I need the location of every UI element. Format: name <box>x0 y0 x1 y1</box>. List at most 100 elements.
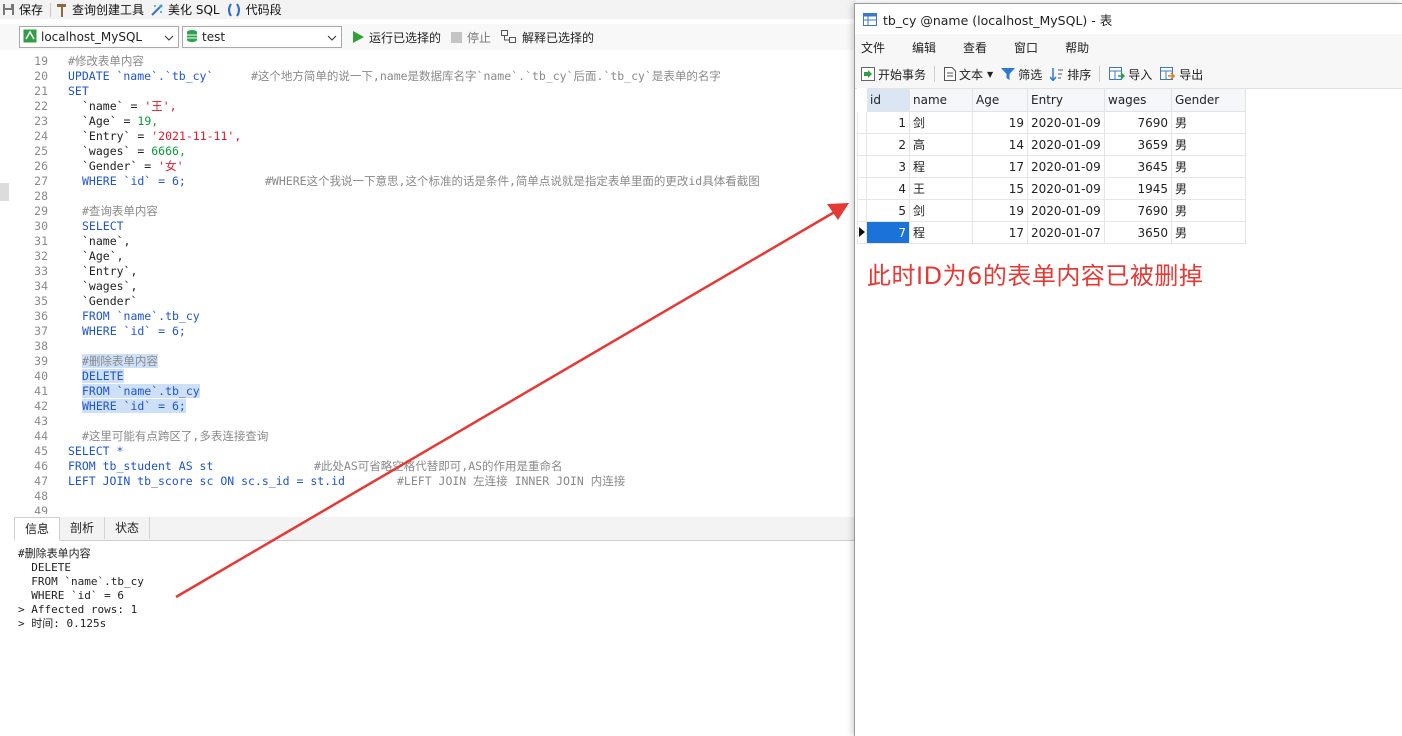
cell-name[interactable]: 剑 <box>909 199 973 222</box>
sort-button[interactable]: 排序 <box>1050 66 1091 83</box>
filter-button[interactable]: 筛选 <box>1001 66 1042 83</box>
line-number: 43 <box>34 414 48 428</box>
editor-line: 36 FROM `name`.tb_cy <box>14 309 856 324</box>
menu-file[interactable]: 文件 <box>861 39 885 56</box>
cell-entry[interactable]: 2020-01-09 <box>1027 111 1105 134</box>
editor-line: 39 #删除表单内容 <box>14 354 856 369</box>
cell-name[interactable]: 程 <box>909 221 973 244</box>
text-button[interactable]: 文本 ▼ <box>944 66 993 83</box>
table-row[interactable]: 7 程 17 2020-01-07 3650 男 <box>857 221 1246 244</box>
col-header-wages[interactable]: wages <box>1104 88 1172 112</box>
cell-entry[interactable]: 2020-01-09 <box>1027 177 1105 200</box>
col-header-id[interactable]: id <box>866 88 910 112</box>
beautify-sql-button[interactable]: 美化 SQL <box>148 0 224 19</box>
cell-gender[interactable]: 男 <box>1171 133 1246 156</box>
editor-line: 37 WHERE `id` = 6; <box>14 324 856 339</box>
col-header-name[interactable]: name <box>909 88 973 112</box>
line-number: 46 <box>34 459 48 473</box>
cell-age[interactable]: 17 <box>972 221 1028 244</box>
export-button[interactable]: 导出 <box>1160 66 1203 83</box>
cell-entry[interactable]: 2020-01-09 <box>1027 155 1105 178</box>
cell-name[interactable]: 王 <box>909 177 973 200</box>
cell-gender[interactable]: 男 <box>1171 177 1246 200</box>
cell-age[interactable]: 14 <box>972 133 1028 156</box>
col-header-entry[interactable]: Entry <box>1027 88 1105 112</box>
cell-id[interactable]: 7 <box>866 221 910 244</box>
line-number: 32 <box>34 249 48 263</box>
editor-line: 29 #查询表单内容 <box>14 204 856 219</box>
menu-view[interactable]: 查看 <box>963 39 987 56</box>
menu-window[interactable]: 窗口 <box>1014 39 1038 56</box>
cell-id[interactable]: 5 <box>866 199 910 222</box>
col-header-age[interactable]: Age <box>972 88 1028 112</box>
code-text: FROM `name`.tb_cy <box>82 384 200 399</box>
sql-editor[interactable]: 19 #修改表单内容 20 UPDATE `name`.`tb_cy` #这个地方简单的… <box>14 54 856 514</box>
cell-id[interactable]: 1 <box>866 111 910 134</box>
cell-age[interactable]: 15 <box>972 177 1028 200</box>
col-header-gender[interactable]: Gender <box>1171 88 1246 112</box>
cell-wages[interactable]: 1945 <box>1104 177 1172 200</box>
export-icon <box>1160 67 1176 81</box>
database-select[interactable]: test <box>182 26 342 48</box>
run-selected-button[interactable]: 运行已选择的 <box>352 29 441 46</box>
editor-line: 20 UPDATE `name`.`tb_cy` #这个地方简单的说一下,name是… <box>14 69 856 84</box>
tab-info[interactable]: 信息 <box>14 517 61 541</box>
row-indicator[interactable] <box>857 133 867 156</box>
menu-help[interactable]: 帮助 <box>1065 39 1089 56</box>
save-button[interactable]: 保存 <box>0 0 47 19</box>
connection-select[interactable]: localhost_MySQL <box>19 26 179 48</box>
code-token: WHERE `id` = 6; <box>82 399 186 413</box>
begin-transaction-button[interactable]: 开始事务 <box>861 66 926 83</box>
code-text: FROM tb_student AS st #此处AS可省略空格代替即可,AS的作… <box>68 459 563 474</box>
table-row[interactable]: 5 剑 19 2020-01-09 7690 男 <box>857 199 1246 222</box>
cell-wages[interactable]: 3659 <box>1104 133 1172 156</box>
editor-line: 44 #这里可能有点跨区了,多表连接查询 <box>14 429 856 444</box>
tab-profile[interactable]: 剖析 <box>60 517 106 539</box>
editor-line: 27 WHERE `id` = 6; #WHERE这个我说一下意思,这个标准的话是条… <box>14 174 856 189</box>
code-text: SET <box>68 84 89 99</box>
toolbar-divider <box>1099 66 1101 82</box>
tab-status[interactable]: 状态 <box>105 517 151 539</box>
table-row[interactable]: 2 高 14 2020-01-09 3659 男 <box>857 133 1246 156</box>
cell-id[interactable]: 3 <box>866 155 910 178</box>
row-indicator[interactable] <box>857 177 867 200</box>
table-row[interactable]: 4 王 15 2020-01-09 1945 男 <box>857 177 1246 200</box>
cell-gender[interactable]: 男 <box>1171 199 1246 222</box>
cell-entry[interactable]: 2020-01-07 <box>1027 221 1105 244</box>
cell-gender[interactable]: 男 <box>1171 221 1246 244</box>
explain-selected-button[interactable]: 解释已选择的 <box>501 29 594 46</box>
cell-wages[interactable]: 7690 <box>1104 111 1172 134</box>
row-indicator[interactable] <box>857 221 867 244</box>
cell-age[interactable]: 17 <box>972 155 1028 178</box>
query-builder-button[interactable]: 查询创建工具 <box>54 0 148 19</box>
code-value: 19, <box>137 114 159 128</box>
cell-entry[interactable]: 2020-01-09 <box>1027 199 1105 222</box>
line-number: 42 <box>34 399 48 413</box>
table-row[interactable]: 3 程 17 2020-01-09 3645 男 <box>857 155 1246 178</box>
import-label: 导入 <box>1128 67 1153 82</box>
menu-edit[interactable]: 编辑 <box>912 39 936 56</box>
row-indicator[interactable] <box>857 111 867 134</box>
editor-line: 22 `name` = '王', <box>14 99 856 114</box>
cell-wages[interactable]: 3650 <box>1104 221 1172 244</box>
code-snippet-button[interactable]: 代码段 <box>224 0 286 19</box>
transaction-icon <box>861 67 875 81</box>
cell-entry[interactable]: 2020-01-09 <box>1027 133 1105 156</box>
cell-gender[interactable]: 男 <box>1171 155 1246 178</box>
row-indicator[interactable] <box>857 199 867 222</box>
cell-wages[interactable]: 7690 <box>1104 199 1172 222</box>
cell-name[interactable]: 高 <box>909 133 973 156</box>
import-button[interactable]: 导入 <box>1109 66 1152 83</box>
cell-id[interactable]: 2 <box>866 133 910 156</box>
row-indicator[interactable] <box>857 155 867 178</box>
cell-name[interactable]: 程 <box>909 155 973 178</box>
data-grid[interactable]: id name Age Entry wages Gender 1 剑 19 2020-… <box>857 88 1246 244</box>
cell-id[interactable]: 4 <box>866 177 910 200</box>
table-row[interactable]: 1 剑 19 2020-01-09 7690 男 <box>857 111 1246 134</box>
cell-age[interactable]: 19 <box>972 111 1028 134</box>
cell-wages[interactable]: 3645 <box>1104 155 1172 178</box>
cell-gender[interactable]: 男 <box>1171 111 1246 134</box>
stop-button[interactable]: 停止 <box>451 29 491 46</box>
cell-age[interactable]: 19 <box>972 199 1028 222</box>
cell-name[interactable]: 剑 <box>909 111 973 134</box>
